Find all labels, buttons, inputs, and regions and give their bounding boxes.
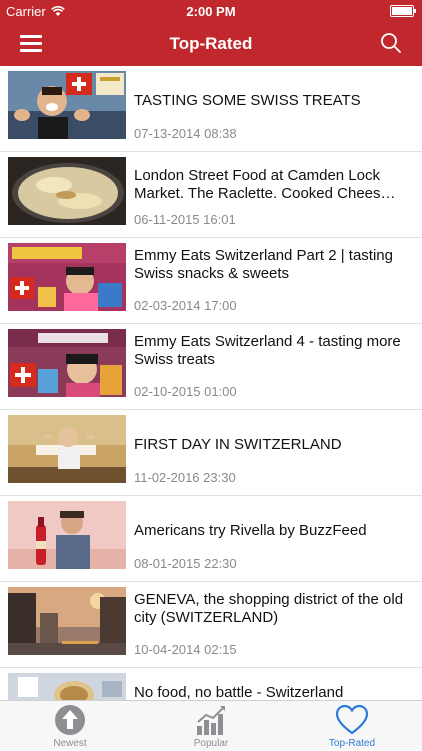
video-row[interactable]: TASTING SOME SWISS TREATS 07-13-2014 08:… [0,66,422,152]
video-row[interactable]: FIRST DAY IN SWITZERLAND 11-02-2016 23:3… [0,410,422,496]
status-bar: Carrier 2:00 PM [0,0,422,22]
tab-label: Newest [53,738,87,749]
tab-label: Top-Rated [328,738,376,749]
tab-newest[interactable]: Newest [0,701,140,751]
video-thumbnail [8,673,126,700]
video-title: Americans try Rivella by BuzzFeed [134,522,367,539]
navigation-bar: Top-Rated [0,22,422,66]
video-thumbnail [8,501,126,569]
video-row[interactable]: Emmy Eats Switzerland 4 - tasting more S… [0,324,422,410]
video-date: 07-13-2014 08:38 [134,126,237,141]
tab-bar: Newest Popular Top-Rated [0,700,422,750]
video-date: 11-02-2016 23:30 [134,470,236,485]
page-title: Top-Rated [169,34,253,53]
video-row[interactable]: No food, no battle - Switzerland [0,668,422,700]
tab-top-rated[interactable]: Top-Rated [282,701,422,751]
video-row[interactable]: London Street Food at Camden Lock Market… [0,152,422,238]
arrow-up-circle-icon [55,705,85,735]
video-date: 02-10-2015 01:00 [134,384,237,399]
search-button[interactable] [380,32,402,54]
video-title: Emmy Eats Switzerland Part 2 | tasting S… [134,247,393,282]
chart-icon [197,706,225,735]
video-date: 10-04-2014 02:15 [134,642,237,657]
video-thumbnail [8,157,126,225]
search-icon [381,33,401,53]
video-title: London Street Food at Camden Lock Market… [134,167,396,202]
video-title: Emmy Eats Switzerland 4 - tasting more S… [134,333,401,368]
video-title: TASTING SOME SWISS TREATS [134,92,361,109]
video-date: 08-01-2015 22:30 [134,556,237,571]
video-date: 02-03-2014 17:00 [134,298,237,313]
tab-label: Popular [193,738,229,749]
video-row[interactable]: Americans try Rivella by BuzzFeed 08-01-… [0,496,422,582]
video-date: 06-11-2015 16:01 [134,212,236,227]
video-title: GENEVA, the shopping district of the old… [134,591,404,626]
video-title: FIRST DAY IN SWITZERLAND [134,436,342,453]
video-thumbnail [8,329,126,397]
video-thumbnail [8,587,126,655]
video-thumbnail [8,71,126,139]
battery-icon [390,5,416,17]
video-list[interactable]: TASTING SOME SWISS TREATS 07-13-2014 08:… [0,66,422,700]
tab-popular[interactable]: Popular [141,701,281,751]
status-time: 2:00 PM [186,4,236,19]
video-thumbnail [8,243,126,311]
video-row[interactable]: Emmy Eats Switzerland Part 2 | tasting S… [0,238,422,324]
heart-icon [335,704,369,735]
video-title: No food, no battle - Switzerland [134,684,344,700]
video-thumbnail [8,415,126,483]
video-row[interactable]: GENEVA, the shopping district of the old… [0,582,422,668]
